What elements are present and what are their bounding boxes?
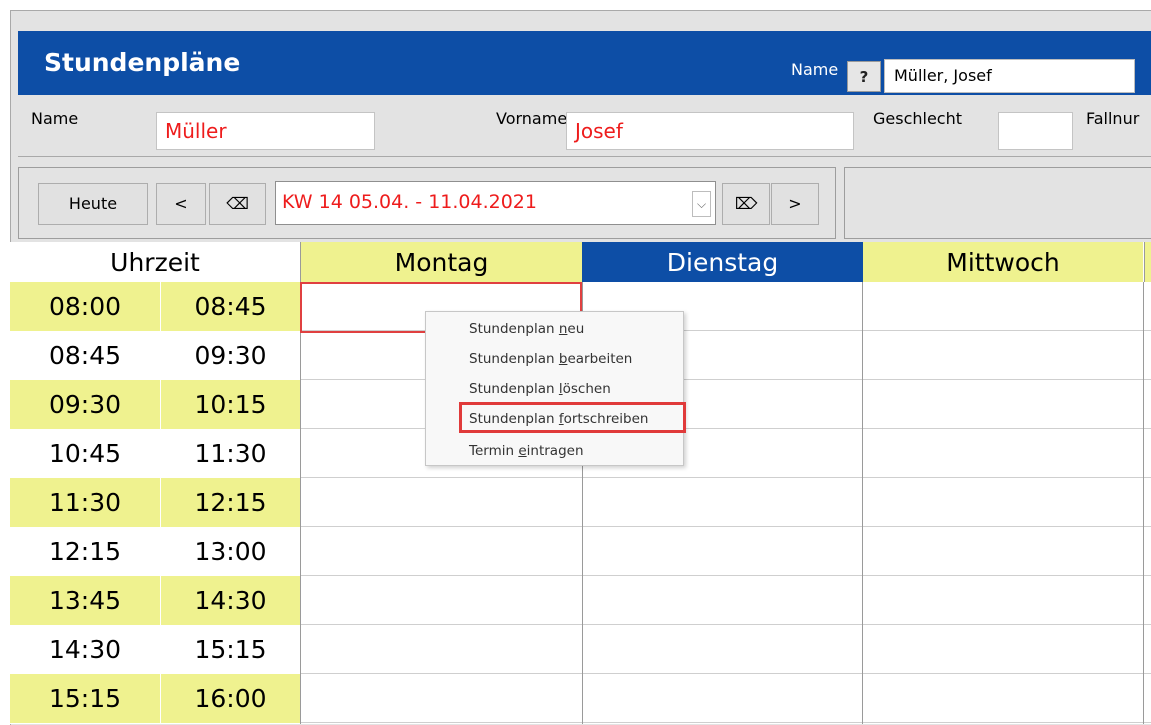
slot-end-time: 09:30 xyxy=(194,341,267,370)
menu-item-add-appointment[interactable]: Termin eintragen xyxy=(469,443,584,459)
divider xyxy=(18,156,1151,157)
day-header-wednesday[interactable]: Mittwoch xyxy=(863,242,1143,282)
slot-end-time: 14:30 xyxy=(161,576,300,625)
delete-icon: ⌦ xyxy=(734,194,758,213)
slot-start-time: 10:45 xyxy=(48,439,122,468)
slot-start-time: 11:30 xyxy=(10,478,160,527)
prev-week-button[interactable]: < xyxy=(156,183,206,225)
column-divider xyxy=(862,282,863,724)
backspace-icon: ⌫ xyxy=(226,194,249,213)
row-divider xyxy=(300,477,1151,478)
gender-label: Geschlecht xyxy=(873,109,963,128)
context-menu: Stundenplan neu Stundenplan bearbeiten S… xyxy=(425,311,684,466)
slot-end-time: 10:15 xyxy=(161,380,300,429)
firstname-input[interactable]: Josef xyxy=(566,112,854,150)
slot-end-time: 11:30 xyxy=(194,439,267,468)
slot-end-time: 15:15 xyxy=(194,635,267,664)
menu-item-delete[interactable]: Stundenplan löschen xyxy=(469,381,611,397)
person-row: Name Müller Vorname Josef Geschlecht Fal… xyxy=(11,95,1151,163)
slot-start-time: 15:15 xyxy=(10,674,160,723)
column-divider xyxy=(1143,282,1144,724)
slot-start-time: 12:15 xyxy=(48,537,122,566)
slot-start-time: 08:45 xyxy=(48,341,122,370)
name-input[interactable]: Müller xyxy=(156,112,375,150)
clear-right-button[interactable]: ⌦ xyxy=(722,183,770,225)
slot-end-time: 13:00 xyxy=(194,537,267,566)
slot-end-time: 16:00 xyxy=(161,674,300,723)
day-header-monday[interactable]: Montag xyxy=(300,242,582,282)
help-button[interactable]: ? xyxy=(847,61,881,92)
day-header-next xyxy=(1144,242,1151,282)
slot-start-time: 14:30 xyxy=(48,635,122,664)
highlight-box xyxy=(459,402,686,433)
page-title: Stundenpläne xyxy=(44,48,241,77)
firstname-label: Vorname xyxy=(496,109,568,128)
slot-start-time: 13:45 xyxy=(10,576,160,625)
case-number-label: Fallnur xyxy=(1086,109,1140,128)
row-divider xyxy=(300,722,1151,723)
clear-left-button[interactable]: ⌫ xyxy=(209,183,266,225)
menu-item-new[interactable]: Stundenplan neu xyxy=(469,321,584,337)
right-panel xyxy=(844,167,1151,239)
row-divider xyxy=(300,673,1151,674)
header-name-field[interactable]: Müller, Josef xyxy=(884,59,1135,93)
slot-start-time: 08:00 xyxy=(10,282,160,331)
next-week-button[interactable]: > xyxy=(771,183,819,225)
title-bar: Stundenpläne Name ? Müller, Josef xyxy=(18,31,1151,95)
row-divider xyxy=(300,526,1151,527)
week-select[interactable]: KW 14 05.04. - 11.04.2021 ⌵ xyxy=(275,181,716,225)
today-button[interactable]: Heute xyxy=(38,183,148,225)
row-divider xyxy=(300,624,1151,625)
time-header: Uhrzeit xyxy=(10,242,300,282)
gender-input[interactable] xyxy=(998,112,1073,150)
row-divider xyxy=(300,575,1151,576)
slot-end-time: 08:45 xyxy=(161,282,300,331)
week-select-value: KW 14 05.04. - 11.04.2021 xyxy=(282,191,537,213)
slot-end-time: 12:15 xyxy=(161,478,300,527)
chevron-down-icon[interactable]: ⌵ xyxy=(692,191,711,217)
day-header-tuesday[interactable]: Dienstag xyxy=(582,242,863,282)
slot-start-time: 09:30 xyxy=(10,380,160,429)
name-label: Name xyxy=(31,109,79,128)
menu-item-edit[interactable]: Stundenplan bearbeiten xyxy=(469,351,632,367)
header-name-label: Name xyxy=(791,60,839,79)
